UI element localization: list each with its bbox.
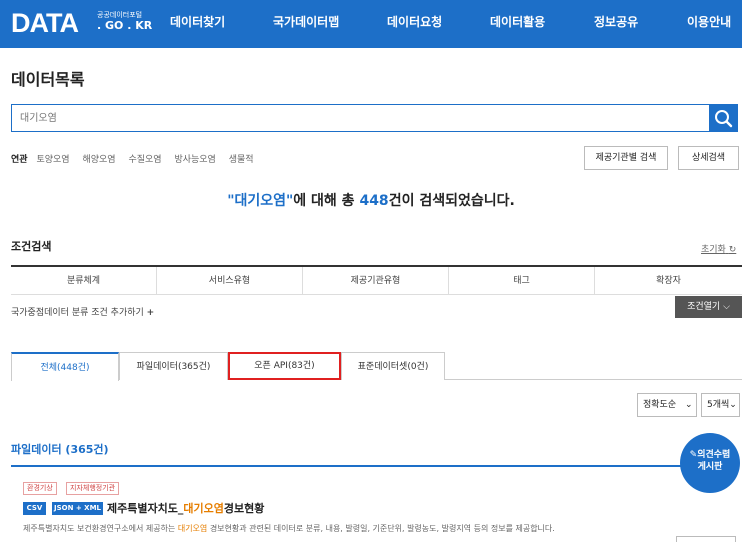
related-term[interactable]: 생물적	[229, 155, 254, 165]
condition-classification[interactable]: 분류체계	[11, 267, 157, 294]
desc-highlight: 대기오염	[177, 524, 208, 533]
result-query: "대기오염"	[227, 193, 294, 209]
condition-tag[interactable]: 태그	[449, 267, 595, 294]
related-term[interactable]: 해양오염	[82, 155, 115, 165]
nav-data-request[interactable]: 데이터요청	[387, 0, 442, 48]
chevron-down-icon: ⌄	[729, 400, 737, 410]
logo-domain: . GO . KR	[97, 19, 153, 32]
nav-guide[interactable]: 이용안내	[687, 0, 731, 48]
nav-data-find[interactable]: 데이터찾기	[170, 0, 225, 48]
sort-order-value: 정확도순	[643, 400, 677, 410]
format-badge-csv: CSV	[23, 502, 46, 515]
reset-label: 초기화	[701, 245, 726, 255]
result-count: 448	[359, 193, 389, 209]
tab-all[interactable]: 전체(448건)	[11, 352, 119, 381]
result-mid: 에 대해 총	[293, 193, 360, 209]
page-title: 데이터목록	[11, 70, 85, 89]
site-logo[interactable]: DATA	[11, 9, 79, 37]
top-header: DATA 공공데이터포털 . GO . KR 데이터찾기 국가데이터맵 데이터요…	[0, 0, 742, 48]
condition-extension[interactable]: 확장자	[595, 267, 742, 294]
file-data-section-title: 파일데이터 (365건)	[11, 443, 109, 456]
item-action-button[interactable]	[676, 536, 736, 542]
title-highlight: 대기오염	[183, 502, 224, 515]
format-badge-json-xml: JSON + XML	[52, 502, 103, 515]
dataset-description: 제주특별자치도 보건환경연구소에서 제공하는 대기오염 경보현황과 관련된 데이…	[23, 523, 555, 534]
related-label: 연관	[11, 155, 28, 165]
open-conditions-label: 조건열기	[687, 302, 721, 312]
result-summary: "대기오염"에 대해 총 448건이 검색되었습니다.	[0, 190, 742, 210]
condition-table: 분류체계 서비스유형 제공기관유형 태그 확장자	[11, 265, 742, 295]
add-condition-link[interactable]: 국가중점데이터 분류 조건 추가하기 +	[11, 305, 154, 318]
nav-info-share[interactable]: 정보공유	[594, 0, 638, 48]
desc-prefix: 제주특별자치도 보건환경연구소에서 제공하는	[23, 524, 178, 533]
sort-order-select[interactable]: 정확도순 ⌄	[637, 393, 697, 417]
related-term[interactable]: 방사능오염	[174, 155, 215, 165]
result-suffix: 건이 검색되었습니다.	[388, 193, 515, 209]
dataset-title-link[interactable]: 제주특별자치도_대기오염경보현황	[107, 500, 264, 516]
open-conditions-button[interactable]: 조건열기 ⌵	[675, 296, 742, 318]
search-input[interactable]	[12, 105, 709, 131]
desc-suffix: 경보현황과 관련된 데이터로 분류, 내용, 발령일, 기준단위, 발령농도, …	[207, 524, 555, 533]
feedback-line2: 게시판	[697, 462, 723, 472]
search-button[interactable]	[709, 104, 738, 132]
provider-tag: 지자체행정기관	[66, 482, 120, 495]
tab-open-api[interactable]: 오픈 API(83건)	[228, 352, 341, 380]
per-page-value: 5개씩	[707, 400, 730, 410]
plus-icon: +	[146, 308, 155, 318]
condition-service-type[interactable]: 서비스유형	[157, 267, 303, 294]
condition-provider-type[interactable]: 제공기관유형	[303, 267, 449, 294]
chevron-down-icon: ⌵	[723, 302, 730, 312]
org-search-button[interactable]: 제공기관별 검색	[584, 146, 668, 170]
related-term[interactable]: 수질오염	[128, 155, 161, 165]
tab-standard-dataset[interactable]: 표준데이터셋(0건)	[341, 352, 445, 380]
refresh-icon: ↻	[728, 245, 737, 255]
nav-data-usage[interactable]: 데이터활용	[490, 0, 545, 48]
logo-subtitle: 공공데이터포털	[97, 11, 143, 19]
feedback-board-button[interactable]: ✎의견수렴 게시판	[680, 433, 740, 493]
related-term[interactable]: 토양오염	[36, 155, 69, 165]
feedback-line1: ✎의견수렴	[680, 449, 740, 461]
nav-national-data-map[interactable]: 국가데이터맵	[273, 0, 339, 48]
tab-file-data[interactable]: 파일데이터(365건)	[119, 352, 228, 380]
title-suffix: 경보현황	[223, 502, 265, 515]
section-divider	[11, 465, 735, 467]
feedback-label: 의견수렴	[697, 450, 731, 460]
title-prefix: 제주특별자치도_	[107, 502, 184, 515]
reset-link[interactable]: 초기화 ↻	[701, 242, 736, 255]
add-condition-label: 국가중점데이터 분류 조건 추가하기	[11, 308, 144, 318]
category-tag: 환경기상	[23, 482, 57, 495]
search-box	[11, 104, 709, 132]
result-tabs: 전체(448건) 파일데이터(365건) 오픈 API(83건) 표준데이터셋(…	[11, 352, 742, 381]
detail-search-button[interactable]: 상세검색	[678, 146, 739, 170]
chevron-down-icon: ⌄	[685, 400, 693, 410]
per-page-select[interactable]: 5개씩⌄	[701, 393, 740, 417]
condition-search-title: 조건검색	[11, 240, 52, 253]
search-icon	[715, 110, 733, 128]
related-terms: 연관 토양오염 해양오염 수질오염 방사능오염 생물적	[11, 152, 264, 165]
